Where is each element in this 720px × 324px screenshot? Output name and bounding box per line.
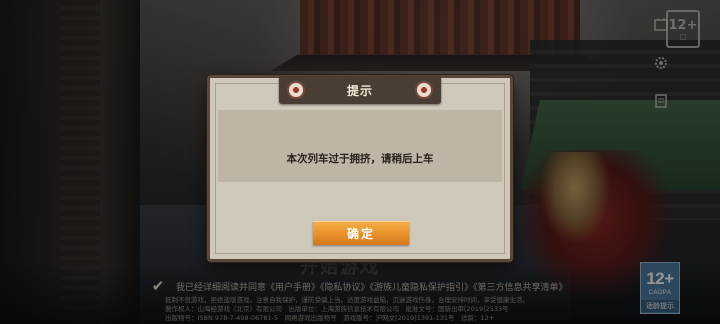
ornament-icon bbox=[415, 81, 433, 99]
confirm-button[interactable]: 确定 bbox=[313, 221, 409, 245]
dialog-message: 本次列车过于拥挤，请稍后上车 bbox=[286, 153, 434, 165]
notice-dialog: 提示 本次列车过于拥挤，请稍后上车 确定 bbox=[207, 75, 513, 262]
ornament-icon bbox=[287, 81, 305, 99]
message-panel: 本次列车过于拥挤，请稍后上车 bbox=[218, 110, 502, 182]
dialog-title: 提示 bbox=[346, 83, 373, 98]
dialog-title-bar: 提示 bbox=[279, 76, 441, 104]
